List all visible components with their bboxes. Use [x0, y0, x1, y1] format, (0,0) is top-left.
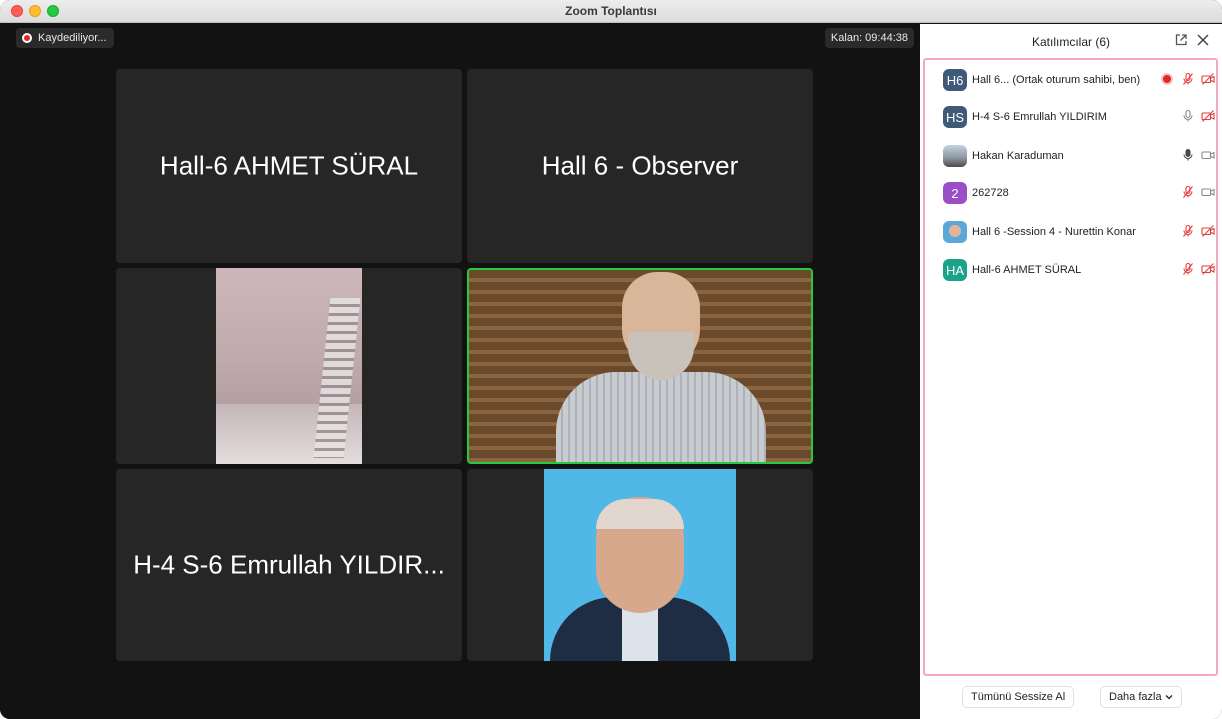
- avatar: [943, 145, 967, 167]
- panel-header: Katılımcılar (6): [920, 24, 1222, 56]
- close-icon[interactable]: [1196, 33, 1210, 47]
- window-title: Zoom Toplantısı: [565, 4, 657, 18]
- avatar: [943, 221, 967, 243]
- camera-feed: [216, 268, 362, 464]
- video-tile[interactable]: H-4 S-6 Emrullah YILDIR...: [116, 469, 462, 661]
- participant-row[interactable]: Hall 6 -Session 4 - Nurettin Konar: [943, 220, 1215, 244]
- camera-feed: [469, 270, 811, 462]
- avatar: H6: [943, 69, 967, 91]
- participants-panel: Katılımcılar (6) H6 Hall 6... (Ortak otu…: [920, 24, 1222, 719]
- participant-row[interactable]: 2 262728: [943, 181, 1215, 205]
- participant-list[interactable]: H6 Hall 6... (Ortak oturum sahibi, ben): [923, 58, 1218, 676]
- participant-name: H-4 S-6 Emrullah YILDIRIM: [972, 111, 1107, 123]
- video-tile[interactable]: [467, 469, 813, 661]
- zoom-window: Zoom Toplantısı Kaydediliyor... Kalan: 0…: [0, 0, 1222, 719]
- video-tile-active-speaker[interactable]: [467, 268, 813, 464]
- mic-active-icon[interactable]: [1181, 148, 1195, 162]
- meeting-view: Kaydediliyor... Kalan: 09:44:38 Hall-6 A…: [0, 24, 920, 719]
- mute-all-button[interactable]: Tümünü Sessize Al: [962, 686, 1075, 708]
- video-icon[interactable]: [1201, 148, 1215, 162]
- recording-dot-icon: [1163, 75, 1171, 83]
- mic-muted-icon[interactable]: [1181, 224, 1195, 238]
- avatar: 2: [943, 182, 967, 204]
- participant-name: Hakan Karaduman: [972, 150, 1064, 162]
- record-icon: [22, 33, 32, 43]
- tile-participant-name: Hall 6 - Observer: [541, 150, 739, 181]
- avatar: HA: [943, 259, 967, 281]
- mic-muted-icon[interactable]: [1181, 262, 1195, 276]
- video-off-icon[interactable]: [1201, 224, 1215, 238]
- participant-name: Hall 6... (Ortak oturum sahibi, ben): [972, 74, 1141, 86]
- more-button[interactable]: Daha fazla: [1100, 686, 1182, 708]
- more-label: Daha fazla: [1109, 691, 1162, 703]
- popout-icon[interactable]: [1174, 33, 1188, 47]
- title-bar: Zoom Toplantısı: [0, 0, 1222, 23]
- chevron-down-icon: [1165, 695, 1173, 700]
- participant-name: Hall 6 -Session 4 - Nurettin Konar: [972, 226, 1136, 238]
- mic-icon[interactable]: [1181, 109, 1195, 123]
- participant-name: 262728: [972, 187, 1009, 199]
- participant-row[interactable]: Hakan Karaduman: [943, 144, 1215, 168]
- participant-row[interactable]: HA Hall-6 AHMET SÜRAL: [943, 258, 1215, 282]
- camera-feed: [544, 469, 736, 661]
- video-tile[interactable]: Hall-6 AHMET SÜRAL: [116, 69, 462, 263]
- video-icon[interactable]: [1201, 185, 1215, 199]
- video-off-icon[interactable]: [1201, 109, 1215, 123]
- participant-row[interactable]: H6 Hall 6... (Ortak oturum sahibi, ben): [943, 68, 1215, 92]
- video-off-icon[interactable]: [1201, 262, 1215, 276]
- tile-participant-name: Hall-6 AHMET SÜRAL: [159, 150, 419, 181]
- video-off-icon[interactable]: [1201, 72, 1215, 86]
- video-tile[interactable]: Hall 6 - Observer: [467, 69, 813, 263]
- participant-row[interactable]: HS H-4 S-6 Emrullah YILDIRIM: [943, 105, 1215, 129]
- recording-label: Kaydediliyor...: [38, 32, 107, 44]
- video-tile[interactable]: [116, 268, 462, 464]
- panel-footer: Tümünü Sessize Al Daha fazla: [920, 676, 1222, 719]
- meeting-timer: Kalan: 09:44:38: [824, 28, 914, 48]
- participant-name: Hall-6 AHMET SÜRAL: [972, 264, 1082, 276]
- recording-indicator[interactable]: Kaydediliyor...: [16, 28, 115, 48]
- tile-participant-name: H-4 S-6 Emrullah YILDIR...: [133, 549, 445, 580]
- mic-muted-icon[interactable]: [1181, 185, 1195, 199]
- avatar: HS: [943, 106, 967, 128]
- mic-muted-icon[interactable]: [1181, 72, 1195, 86]
